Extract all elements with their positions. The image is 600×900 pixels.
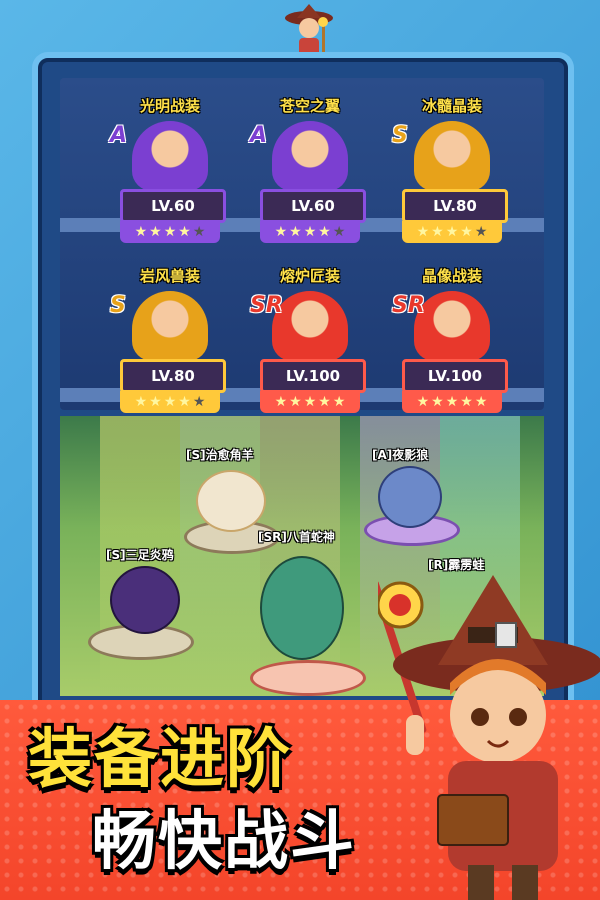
equipment-name: 苍空之翼 <box>279 97 340 115</box>
star-filled-icon: ★ <box>134 224 148 240</box>
star-filled-icon: ★ <box>431 224 444 240</box>
equipment-card[interactable]: 熔炉匠装 SR LV.100 ★ ★ ★ ★ ★ <box>250 265 370 415</box>
star-empty-icon: ★ <box>332 224 346 240</box>
star-rating: ★ ★ ★ ★ ★ <box>260 391 360 413</box>
star-filled-icon: ★ <box>318 224 331 240</box>
star-filled-icon: ★ <box>416 394 430 410</box>
star-filled-icon: ★ <box>332 394 346 410</box>
equipment-name: 冰髓晶装 <box>421 97 482 115</box>
level-plate: LV.80 <box>120 359 226 393</box>
star-rating: ★ ★ ★ ★ ★ <box>402 391 502 413</box>
banner-title-line1: 装备进阶 <box>28 723 292 797</box>
pet-eight-headed-serpent[interactable]: [SR]八首蛇神 <box>240 520 380 700</box>
equipment-name: 熔炉匠装 <box>279 267 340 285</box>
crow-figure <box>110 566 180 634</box>
equipment-name: 光明战装 <box>139 97 200 115</box>
rank-badge: A <box>250 123 268 148</box>
star-filled-icon: ★ <box>134 394 148 410</box>
star-filled-icon: ★ <box>289 394 302 410</box>
rank-badge: S <box>110 293 126 318</box>
star-rating: ★ ★ ★ ★ ★ <box>120 391 220 413</box>
star-empty-icon: ★ <box>474 224 488 240</box>
star-filled-icon: ★ <box>274 224 288 240</box>
star-filled-icon: ★ <box>149 224 162 240</box>
pet-label: [SR]八首蛇神 <box>258 530 335 544</box>
rank-badge: SR <box>392 293 425 318</box>
star-filled-icon: ★ <box>178 394 191 410</box>
star-empty-icon: ★ <box>192 394 206 410</box>
hero-figure <box>272 291 348 361</box>
pet-pedestal <box>250 660 366 696</box>
star-filled-icon: ★ <box>460 394 473 410</box>
rank-badge: S <box>392 123 408 148</box>
level-plate: LV.60 <box>260 189 366 223</box>
level-plate: LV.100 <box>260 359 366 393</box>
hero-figure <box>414 291 490 361</box>
equipment-card[interactable]: 晶像战装 SR LV.100 ★ ★ ★ ★ ★ <box>392 265 512 415</box>
star-filled-icon: ★ <box>474 394 488 410</box>
hero-figure <box>132 121 208 191</box>
star-filled-icon: ★ <box>303 394 317 410</box>
hero-figure <box>414 121 490 191</box>
equipment-name: 岩风兽装 <box>139 267 200 285</box>
pet-label: [A]夜影狼 <box>372 448 429 462</box>
star-filled-icon: ★ <box>163 394 177 410</box>
star-rating: ★ ★ ★ ★ ★ <box>260 221 360 243</box>
level-plate: LV.100 <box>402 359 508 393</box>
star-filled-icon: ★ <box>445 394 459 410</box>
star-filled-icon: ★ <box>318 394 331 410</box>
star-filled-icon: ★ <box>274 394 288 410</box>
star-rating: ★ ★ ★ ★ ★ <box>120 221 220 243</box>
rank-badge: A <box>110 123 128 148</box>
rank-badge: SR <box>250 293 283 318</box>
star-rating: ★ ★ ★ ★ ★ <box>402 221 502 243</box>
star-filled-icon: ★ <box>149 394 162 410</box>
equipment-card[interactable]: 冰髓晶装 S LV.80 ★ ★ ★ ★ ★ <box>392 95 512 245</box>
star-filled-icon: ★ <box>416 224 430 240</box>
level-plate: LV.80 <box>402 189 508 223</box>
pet-three-legged-crow[interactable]: [S]三足炎鸦 <box>80 540 200 670</box>
pet-label: [S]治愈角羊 <box>186 448 254 462</box>
star-filled-icon: ★ <box>163 224 177 240</box>
star-filled-icon: ★ <box>289 224 302 240</box>
level-plate: LV.60 <box>120 189 226 223</box>
star-empty-icon: ★ <box>192 224 206 240</box>
hero-figure <box>272 121 348 191</box>
hero-figure <box>132 291 208 361</box>
serpent-figure <box>260 556 344 660</box>
pet-label: [S]三足炎鸦 <box>106 548 174 562</box>
equipment-card[interactable]: 苍空之翼 A LV.60 ★ ★ ★ ★ ★ <box>250 95 370 245</box>
wizard-character <box>378 575 600 900</box>
star-filled-icon: ★ <box>445 224 459 240</box>
equipment-name: 晶像战装 <box>421 267 482 285</box>
banner-title-line2: 畅快战斗 <box>92 805 356 879</box>
star-filled-icon: ★ <box>303 224 317 240</box>
wolf-figure <box>378 466 442 528</box>
star-filled-icon: ★ <box>431 394 444 410</box>
star-filled-icon: ★ <box>178 224 191 240</box>
equipment-card[interactable]: 光明战装 A LV.60 ★ ★ ★ ★ ★ <box>110 95 230 245</box>
equipment-card[interactable]: 岩风兽装 S LV.80 ★ ★ ★ ★ ★ <box>110 265 230 415</box>
star-filled-icon: ★ <box>460 224 473 240</box>
